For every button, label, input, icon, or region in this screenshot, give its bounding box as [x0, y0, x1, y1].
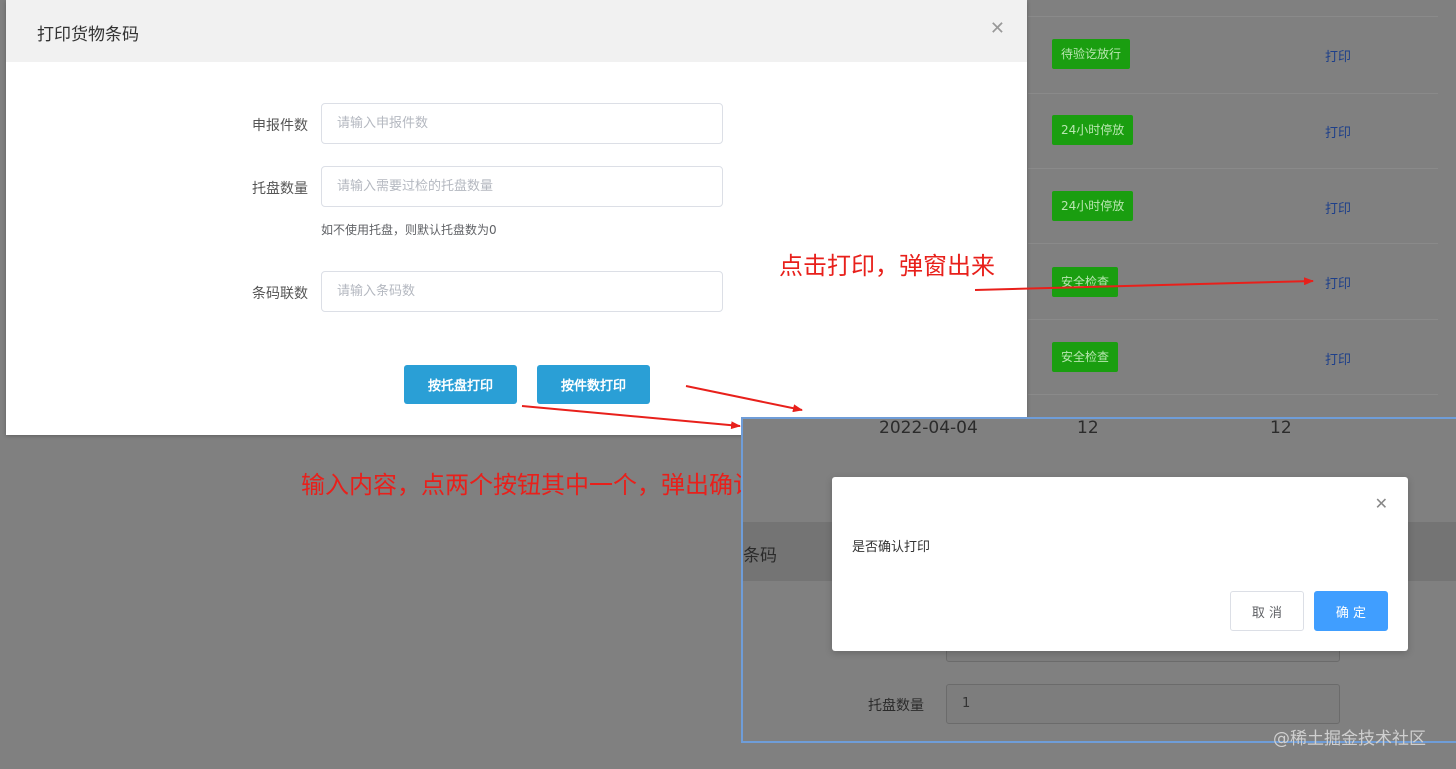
arrow-from-count-button [685, 385, 803, 413]
arrow-from-pallet-button [521, 405, 741, 430]
watermark: @稀土掘金技术社区 [1273, 729, 1426, 749]
annotation-arrows [521, 277, 1314, 430]
arrow-to-print-link [974, 277, 1314, 291]
